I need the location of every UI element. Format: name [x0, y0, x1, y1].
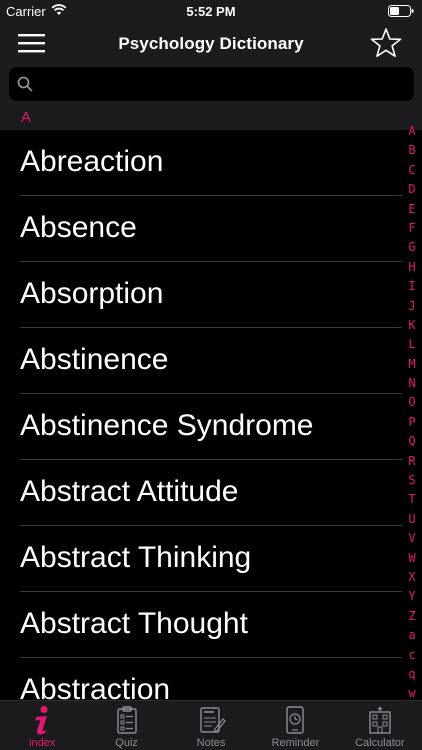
index-letter[interactable]: a [402, 626, 422, 645]
tab-quiz[interactable]: Quiz [84, 701, 168, 750]
index-letter[interactable]: L [402, 335, 422, 354]
term-label: Abstraction [20, 673, 171, 700]
list-item[interactable]: Abstraction [0, 658, 402, 700]
tab-label: Reminder [271, 737, 320, 749]
index-letter[interactable]: D [402, 180, 422, 199]
term-label: Abstract Attitude [20, 475, 239, 508]
menu-button[interactable] [18, 31, 46, 55]
index-letter[interactable]: G [402, 238, 422, 257]
index-letter[interactable]: C [402, 161, 422, 180]
star-icon [370, 28, 402, 63]
index-letter[interactable]: U [402, 510, 422, 529]
list-item[interactable]: Abstract Attitude [0, 460, 402, 526]
alphabet-index[interactable]: ABCDEFGHIJKLMNOPQRSTUVWXYZacqw [402, 122, 422, 700]
list-item[interactable]: Abreaction [0, 130, 402, 196]
list-item[interactable]: Abstinence [0, 328, 402, 394]
tab-bar: index Quiz Notes Reminder Calculator [0, 700, 422, 750]
clock-phone-icon [280, 705, 310, 735]
search-field[interactable] [9, 67, 414, 101]
index-letter[interactable]: M [402, 355, 422, 374]
term-label: Abstinence [20, 343, 169, 376]
tab-label: index [29, 737, 56, 749]
notes-icon [196, 705, 226, 735]
hamburger-icon [18, 34, 46, 59]
index-letter[interactable]: R [402, 452, 422, 471]
index-letter[interactable]: A [402, 122, 422, 141]
search-input[interactable] [39, 67, 409, 101]
battery-icon [388, 5, 414, 20]
index-letter[interactable]: P [402, 413, 422, 432]
index-letter[interactable]: N [402, 374, 422, 393]
section-letter: A [21, 109, 32, 126]
index-letter[interactable]: E [402, 200, 422, 219]
index-letter[interactable]: F [402, 219, 422, 238]
term-label: Absorption [20, 277, 164, 310]
index-letter[interactable]: I [402, 277, 422, 296]
index-letter[interactable]: c [402, 646, 422, 665]
favorite-button[interactable] [370, 27, 402, 59]
clipboard-list-icon [112, 705, 142, 735]
tab-label: Notes [196, 737, 226, 749]
index-letter[interactable]: q [402, 665, 422, 684]
term-label: Abstinence Syndrome [20, 409, 314, 442]
list-item[interactable]: Abstinence Syndrome [0, 394, 402, 460]
index-letter[interactable]: B [402, 141, 422, 160]
tab-label: Calculator [355, 737, 405, 749]
index-letter[interactable]: Z [402, 607, 422, 626]
index-letter[interactable]: K [402, 316, 422, 335]
index-letter[interactable]: J [402, 297, 422, 316]
index-letter[interactable]: O [402, 393, 422, 412]
tab-index[interactable]: index [0, 701, 84, 750]
status-bar: Carrier 5:52 PM [0, 0, 422, 22]
page-title: Psychology Dictionary [118, 34, 304, 53]
hospital-icon [365, 705, 395, 735]
search-bar [0, 64, 422, 106]
index-letter[interactable]: X [402, 568, 422, 587]
term-label: Absence [20, 211, 137, 244]
list-item[interactable]: Absorption [0, 262, 402, 328]
list-item[interactable]: Absence [0, 196, 402, 262]
index-letter[interactable]: V [402, 529, 422, 548]
list-item[interactable]: Abstract Thought [0, 592, 402, 658]
clock-time: 5:52 PM [186, 4, 236, 19]
search-icon [17, 76, 33, 97]
term-label: Abreaction [20, 145, 164, 178]
list-item[interactable]: Abstract Thinking [0, 526, 402, 592]
index-letter[interactable]: Y [402, 587, 422, 606]
info-icon [27, 705, 57, 735]
tab-reminder[interactable]: Reminder [253, 701, 337, 750]
index-letter[interactable]: W [402, 549, 422, 568]
tab-calculator[interactable]: Calculator [338, 701, 422, 750]
index-letter[interactable]: T [402, 490, 422, 509]
term-label: Abstract Thought [20, 607, 248, 640]
index-letter[interactable]: S [402, 471, 422, 490]
nav-bar: Psychology Dictionary [0, 22, 422, 64]
tab-label: Quiz [115, 737, 138, 749]
term-list[interactable]: Abreaction Absence Absorption Abstinence… [0, 130, 402, 700]
term-label: Abstract Thinking [20, 541, 252, 574]
tab-notes[interactable]: Notes [169, 701, 253, 750]
index-letter[interactable]: Q [402, 432, 422, 451]
section-header: A [0, 106, 422, 130]
index-letter[interactable]: H [402, 258, 422, 277]
